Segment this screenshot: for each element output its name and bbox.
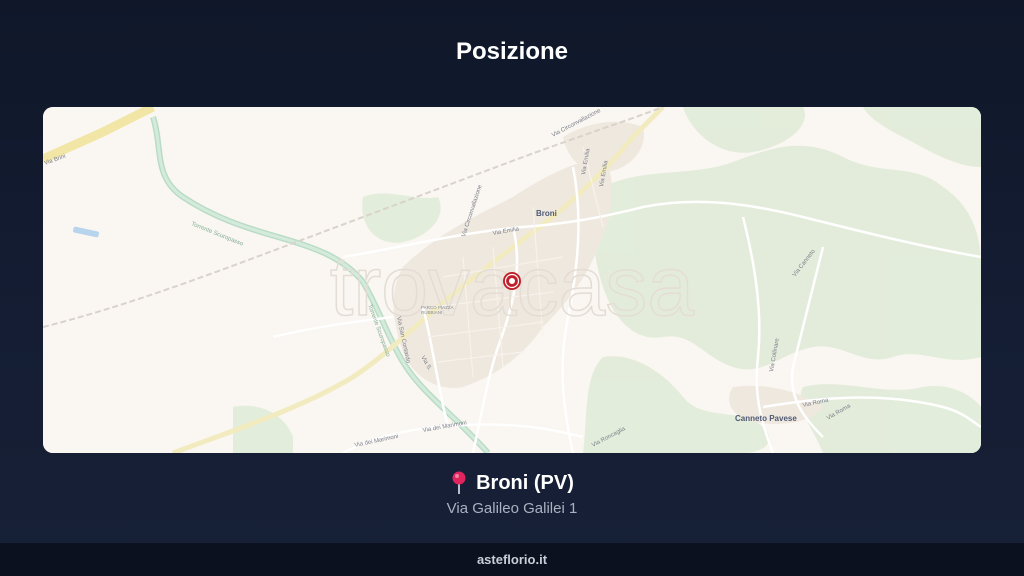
location-marker-icon[interactable] bbox=[503, 272, 521, 290]
footer-site-link[interactable]: asteflorio.it bbox=[477, 552, 547, 567]
label-town-canneto: Canneto Pavese bbox=[735, 414, 797, 423]
round-pushpin-icon bbox=[452, 471, 466, 494]
page-title: Posizione bbox=[455, 38, 569, 65]
label-town-broni: Broni bbox=[536, 209, 557, 218]
location-address: Via Galileo Galilei 1 bbox=[446, 500, 578, 517]
location-heading: Broni (PV) bbox=[0, 471, 1024, 495]
map-canvas[interactable]: trovacasa Broni Canneto Pavese PARCO PIA… bbox=[43, 107, 981, 453]
location-city: Broni (PV) bbox=[476, 471, 574, 494]
footer: asteflorio.it bbox=[0, 543, 1024, 576]
map-container[interactable]: trovacasa Broni Canneto Pavese PARCO PIA… bbox=[43, 107, 981, 453]
